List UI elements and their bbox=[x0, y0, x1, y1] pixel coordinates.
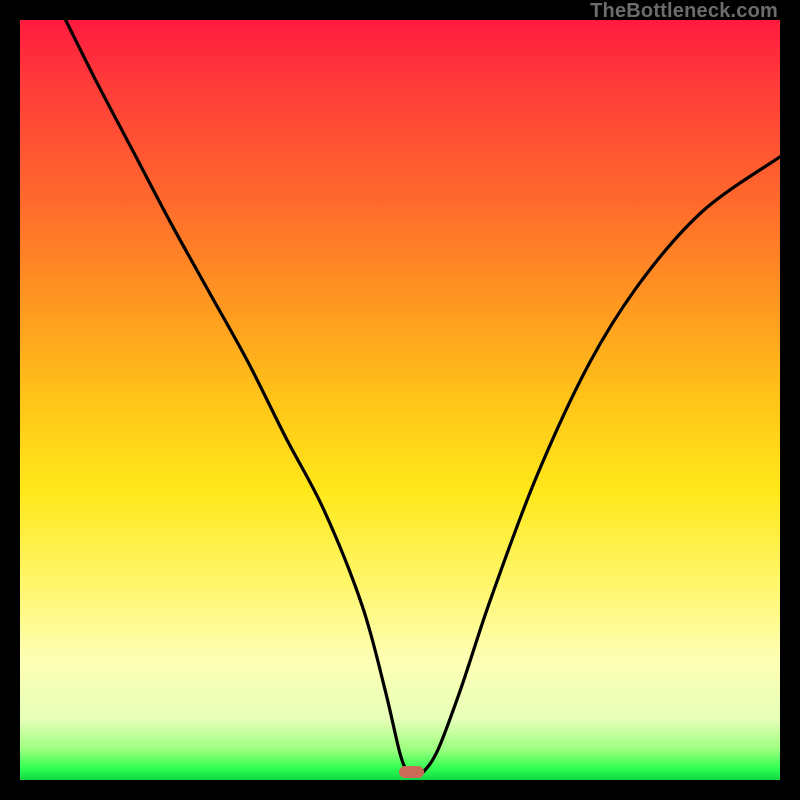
minimum-marker bbox=[399, 766, 423, 778]
plot-area bbox=[20, 20, 780, 780]
watermark-text: TheBottleneck.com bbox=[590, 0, 778, 23]
bottleneck-curve bbox=[20, 20, 780, 780]
chart-frame: TheBottleneck.com bbox=[0, 0, 800, 800]
